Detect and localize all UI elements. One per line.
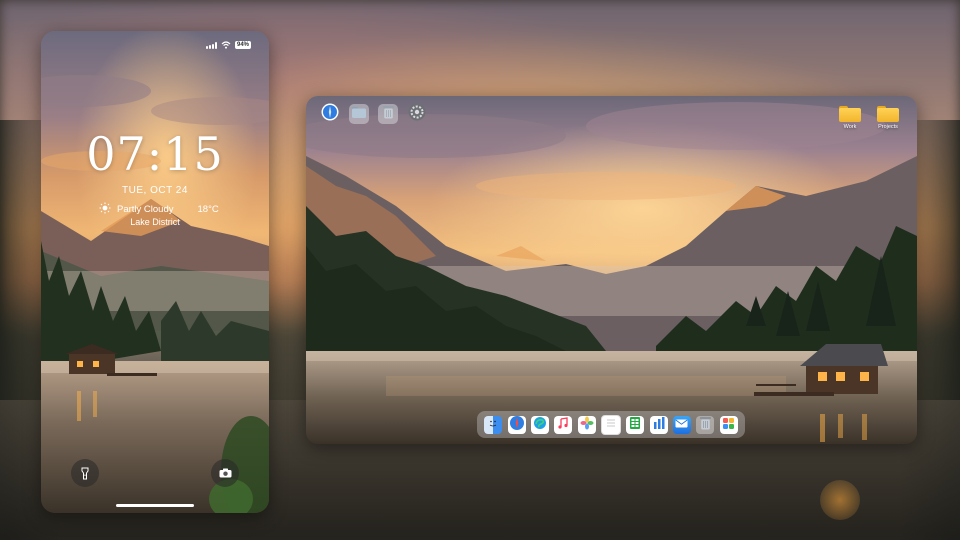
camera-icon <box>219 468 232 478</box>
notes-icon <box>606 417 616 432</box>
top-trash-button[interactable] <box>378 104 398 124</box>
backdrop-cabin-glow <box>820 480 860 520</box>
wifi-icon <box>221 41 231 49</box>
dock-numbers[interactable] <box>626 415 645 434</box>
weather-condition: Partly Cloudy <box>117 204 174 215</box>
dock-notes[interactable] <box>600 414 621 435</box>
gear-icon <box>408 103 426 126</box>
phone-lock-screen: 94% 07:15 TUE, OCT 24 Partly Cloudy 18°C… <box>41 31 269 513</box>
launchpad-icon <box>722 417 735 433</box>
camera-button[interactable] <box>211 459 239 487</box>
safari-icon <box>509 415 525 434</box>
finder-icon <box>487 417 499 432</box>
numbers-icon <box>629 416 641 433</box>
signal-icon <box>205 41 217 49</box>
tablet-desktop: Work Projects <box>306 96 917 444</box>
desktop-folder-work[interactable]: Work <box>836 106 864 130</box>
top-settings-button[interactable] <box>407 103 427 126</box>
lock-screen-date: TUE, OCT 24 <box>122 185 188 196</box>
keynote-icon <box>652 416 666 433</box>
dock-trash[interactable] <box>696 415 715 434</box>
safari-icon <box>321 103 339 126</box>
dock-mail[interactable] <box>672 415 691 434</box>
desktop-wallpaper <box>306 96 917 444</box>
top-folder-button[interactable] <box>349 104 369 124</box>
top-app-bar <box>320 103 427 126</box>
flashlight-icon <box>81 467 89 480</box>
desktop-folder-label: Projects <box>878 124 898 130</box>
dock-edge[interactable] <box>530 415 549 434</box>
top-safari-button[interactable] <box>320 103 340 126</box>
dock <box>477 411 745 438</box>
edge-icon <box>533 416 547 433</box>
music-icon <box>557 417 569 432</box>
phone-status-bar: 94% <box>205 40 251 50</box>
dock-photos[interactable] <box>577 415 596 434</box>
dock-safari[interactable] <box>507 415 526 434</box>
lock-screen-weather: Partly Cloudy 18°C <box>99 202 219 217</box>
trash-icon <box>382 105 394 124</box>
mail-icon <box>675 419 688 431</box>
desktop-folder-label: Work <box>843 124 857 130</box>
desktop-folder-projects[interactable]: Projects <box>874 106 902 130</box>
lock-screen-location: Lake District <box>130 217 180 227</box>
battery-indicator: 94% <box>234 41 251 49</box>
dock-music[interactable] <box>554 415 573 434</box>
folder-icon <box>352 105 366 123</box>
photos-icon <box>580 416 594 433</box>
flashlight-button[interactable] <box>71 459 99 487</box>
trash-icon <box>699 416 711 433</box>
dock-launchpad[interactable] <box>719 415 738 434</box>
home-indicator[interactable] <box>116 504 194 507</box>
sun-icon <box>99 202 111 217</box>
weather-temperature: 18°C <box>197 204 219 215</box>
folder-icon <box>877 106 899 122</box>
lock-screen-time: 07:15 <box>86 127 224 181</box>
dock-keynote[interactable] <box>649 415 668 434</box>
dock-finder[interactable] <box>484 415 503 434</box>
lock-screen-wallpaper <box>41 31 269 513</box>
folder-icon <box>839 106 861 122</box>
